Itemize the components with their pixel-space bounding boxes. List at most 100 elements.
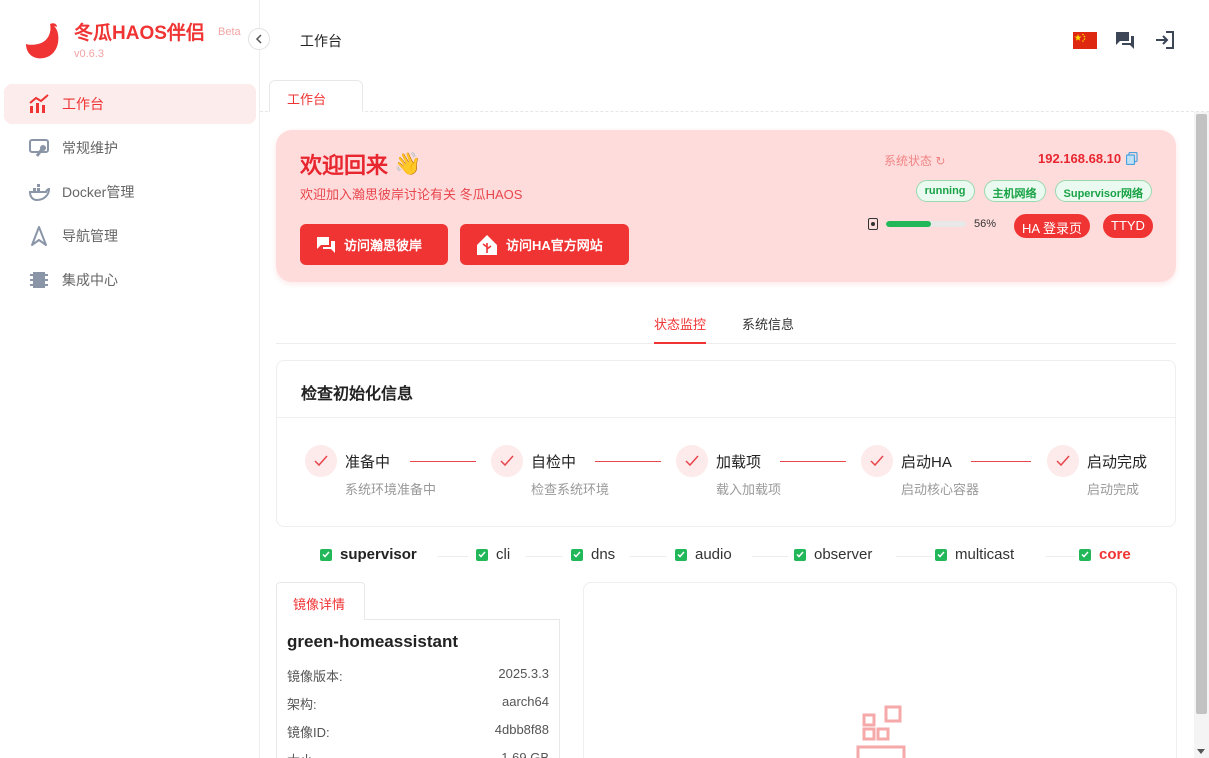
check-icon (935, 548, 947, 561)
sidebar-nav: 工作台 常规维护 Docker管理 导航管理 集成中心 (4, 84, 256, 304)
tab-system-info[interactable]: 系统信息 (742, 314, 794, 344)
visit-ha-site-button[interactable]: 访问HA官方网站 (460, 224, 629, 265)
check-icon (320, 548, 332, 561)
chat-icon (317, 236, 335, 253)
welcome-card: 欢迎回来 👋 欢迎加入瀚思彼岸讨论有关 冬瓜HAOS 访问瀚思彼岸 访问HA官方… (276, 130, 1176, 282)
divider (277, 417, 1175, 418)
disk-progress-fill (886, 221, 931, 227)
detail-value: 2025.3.3 (498, 666, 549, 681)
main-scrollbar[interactable] (1194, 112, 1209, 758)
component-connector (526, 556, 562, 557)
component-connector (1046, 556, 1076, 557)
empty-state-icon (856, 705, 906, 758)
component-connector (896, 556, 932, 557)
detail-value: 4dbb8f88 (494, 722, 549, 737)
scrollbar-thumb[interactable] (1196, 114, 1207, 714)
top-header: 工作台 (260, 0, 1209, 80)
logo-icon (26, 23, 59, 59)
ttyd-button[interactable]: TTYD (1103, 214, 1153, 238)
component-connector (630, 556, 666, 557)
wrench-icon (28, 137, 50, 159)
component-connector (438, 556, 468, 557)
subtabs: 状态监控 系统信息 (276, 302, 1176, 344)
tab-image-detail[interactable]: 镜像详情 (276, 582, 365, 620)
detail-row-size: 大小: 1.69 GB (287, 750, 549, 758)
sidebar-item-label: 导航管理 (62, 228, 118, 244)
status-badge-running: running (915, 180, 975, 202)
docker-icon (28, 181, 50, 203)
china-flag-icon[interactable] (1073, 28, 1097, 52)
brand-version: v0.6.3 (74, 48, 104, 60)
chevron-left-icon (255, 34, 262, 44)
component-label: cli (496, 546, 511, 563)
breadcrumb: 工作台 (300, 33, 342, 49)
scroll-down-icon[interactable] (1197, 749, 1205, 754)
component-label: multicast (955, 546, 1015, 563)
copy-icon[interactable] (1126, 152, 1138, 165)
sidebar-item-label: 常规维护 (62, 140, 118, 156)
button-label: 访问瀚思彼岸 (344, 238, 423, 253)
detail-value: aarch64 (502, 694, 549, 709)
brand-title: 冬瓜HAOS伴侣 (74, 23, 205, 44)
check-icon (675, 548, 687, 561)
chip-icon (28, 269, 50, 291)
header-actions (1073, 28, 1177, 52)
status-badge-supervisor-network: Supervisor网络 (1054, 180, 1152, 202)
tab-workbench[interactable]: 工作台 (269, 80, 363, 112)
step-desc: 载入加载项 (716, 482, 782, 497)
status-badge-host-network: 主机网络 (983, 180, 1046, 202)
brand[interactable]: 冬瓜HAOS伴侣 Beta v0.6.3 (18, 16, 248, 64)
sidebar-item-label: 工作台 (62, 96, 104, 112)
component-core: core (1079, 546, 1131, 563)
check-icon (1079, 548, 1091, 561)
ha-login-button[interactable]: HA 登录页 (1014, 214, 1090, 238)
empty-panel (583, 582, 1177, 758)
component-status-list: supervisor cli dns audio observer multic… (276, 544, 1176, 568)
button-label: 访问HA官方网站 (506, 238, 603, 253)
check-icon (491, 445, 523, 477)
component-cli: cli (476, 546, 510, 563)
welcome-title: 欢迎回来 👋 (300, 148, 421, 180)
check-icon (794, 548, 806, 561)
tab-status-monitor[interactable]: 状态监控 (654, 314, 707, 344)
step-title: 启动完成 (1087, 454, 1148, 471)
logout-icon[interactable] (1153, 28, 1177, 52)
navigation-icon (28, 225, 50, 247)
chart-icon (28, 93, 50, 115)
step-connector (410, 461, 476, 462)
image-detail-body: green-homeassistant 镜像版本: 2025.3.3 架构: a… (276, 619, 560, 758)
component-multicast: multicast (935, 546, 1014, 563)
sidebar-item-label: Docker管理 (62, 184, 135, 200)
step-connector (780, 461, 846, 462)
detail-value: 1.69 GB (501, 750, 549, 758)
status-pills: running 主机网络 Supervisor网络 (915, 180, 1152, 202)
sidebar-collapse-button[interactable] (248, 28, 270, 50)
component-observer: observer (794, 546, 872, 563)
system-status-text: 系统状态 (884, 154, 933, 168)
sidebar-item-docker[interactable]: Docker管理 (4, 172, 256, 212)
component-label: dns (591, 546, 616, 563)
main-content: 欢迎回来 👋 欢迎加入瀚思彼岸讨论有关 冬瓜HAOS 访问瀚思彼岸 访问HA官方… (260, 112, 1194, 758)
component-dns: dns (571, 546, 615, 563)
system-status-label[interactable]: 系统状态 ↻ (884, 152, 945, 169)
detail-row-image-id: 镜像ID: 4dbb8f88 (287, 722, 549, 741)
sidebar-item-integrations[interactable]: 集成中心 (4, 260, 256, 300)
step-desc: 启动完成 (1087, 482, 1140, 497)
step-title: 自检中 (531, 454, 577, 471)
check-icon (1047, 445, 1079, 477)
init-info-title: 检查初始化信息 (301, 386, 414, 403)
chat-icon[interactable] (1113, 28, 1137, 52)
step-desc: 启动核心容器 (901, 482, 980, 497)
sidebar-item-navigation[interactable]: 导航管理 (4, 216, 256, 256)
image-name: green-homeassistant (287, 632, 458, 651)
step-desc: 检查系统环境 (531, 482, 610, 497)
detail-key: 大小: (287, 750, 317, 758)
sidebar: 冬瓜HAOS伴侣 Beta v0.6.3 工作台 常规维护 Docker管理 导… (0, 0, 260, 758)
step-connector (971, 461, 1031, 462)
sidebar-item-workbench[interactable]: 工作台 (4, 84, 256, 124)
sidebar-item-maintenance[interactable]: 常规维护 (4, 128, 256, 168)
step-title: 准备中 (345, 454, 391, 471)
welcome-title-text: 欢迎回来 (300, 153, 389, 178)
step-desc: 系统环境准备中 (345, 482, 437, 497)
visit-bbs-button[interactable]: 访问瀚思彼岸 (300, 224, 448, 265)
